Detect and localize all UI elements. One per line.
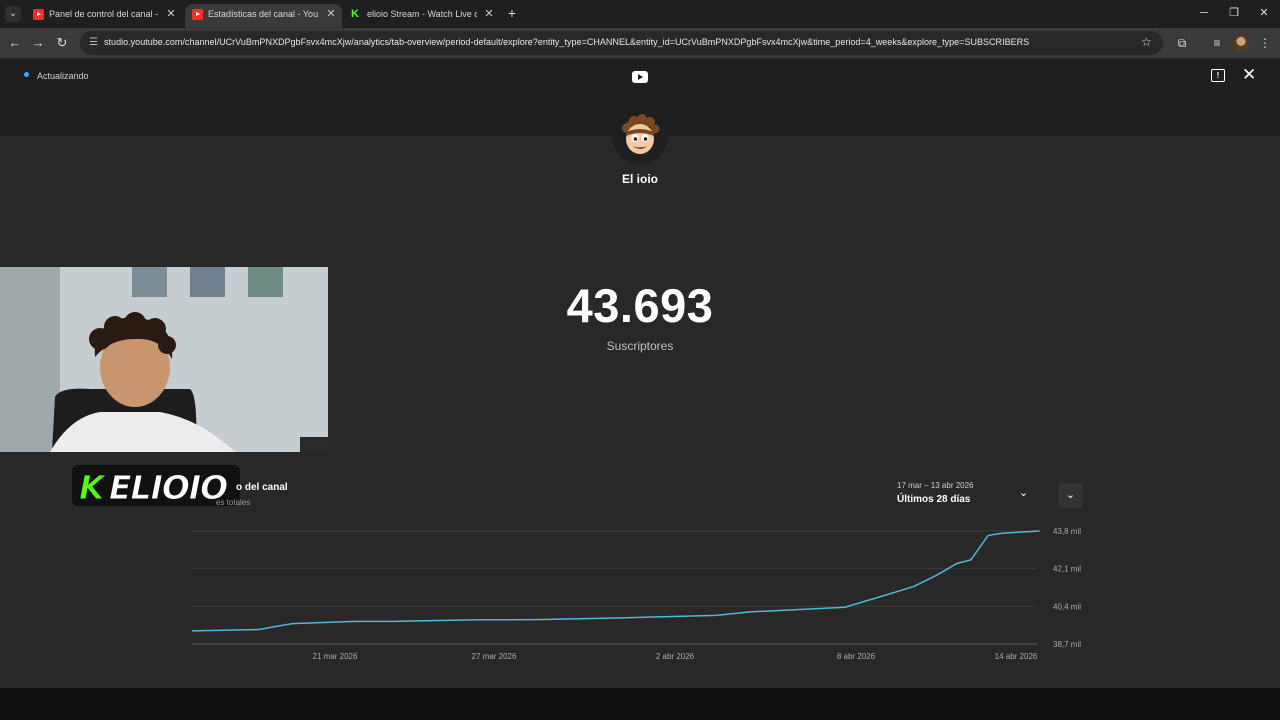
bottom-bar <box>0 688 1280 720</box>
y-tick-label: 40,4 mil <box>1053 602 1081 611</box>
y-tick-label: 38,7 mil <box>1053 640 1081 649</box>
x-tick-label: 2 abr 2026 <box>656 652 695 661</box>
y-tick-label: 43,8 mil <box>1053 527 1081 536</box>
subscribers-series-line[interactable] <box>191 530 1040 632</box>
x-tick-label: 14 abr 2026 <box>995 652 1038 661</box>
x-tick-label: 8 abr 2026 <box>837 652 876 661</box>
subscribers-chart: 43,8 mil 42,1 mil 40,4 mil 38,7 mil 21 mar 2… <box>191 527 1081 661</box>
x-tick-label: 21 mar 2026 <box>313 652 358 661</box>
x-tick-label: 27 mar 2026 <box>472 652 517 661</box>
y-tick-label: 42,1 mil <box>1053 565 1081 574</box>
